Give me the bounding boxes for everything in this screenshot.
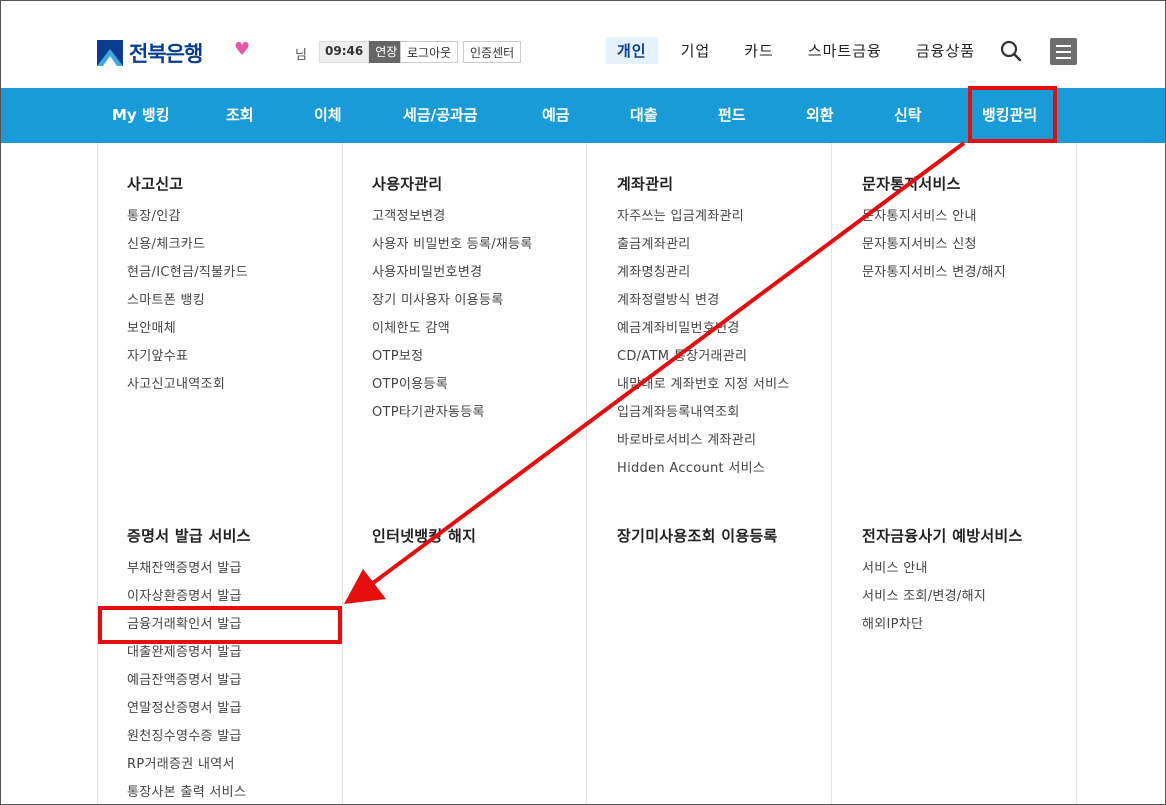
menu-item[interactable]: OTP보정 [372,348,533,376]
menu-group-internet-banking-cancel: 인터넷뱅킹 해지 [372,525,476,560]
gnb-item-deposit[interactable]: 예금 [542,88,570,143]
gnb-item-forex[interactable]: 외환 [806,88,834,143]
menu-item[interactable]: 원천징수영수증 발급 [127,728,251,756]
menu-item[interactable]: 장기 미사용자 이용등록 [372,292,533,320]
menu-group-dormant-registration: 장기미사용조회 이용등록 [617,525,778,560]
top-nav: 개인 기업 카드 스마트금융 금융상품 [606,37,998,64]
hamburger-menu-icon[interactable] [1050,38,1077,65]
menu-group-certificate-issuance: 증명서 발급 서비스 부채잔액증명서 발급 이자상환증명서 발급 금융거래확인서… [127,525,251,804]
menu-item[interactable]: 계좌정렬방식 변경 [617,292,790,320]
menu-item[interactable]: 사고신고내역조회 [127,376,248,404]
top-nav-personal[interactable]: 개인 [606,37,658,64]
menu-item[interactable]: 현금/IC현금/직불카드 [127,264,248,292]
menu-item[interactable]: OTP타기관자동등록 [372,404,533,432]
menu-group-title[interactable]: 문자통지서비스 [862,173,1006,194]
top-nav-products[interactable]: 금융상품 [905,37,986,64]
gnb-item-my-banking[interactable]: My 뱅킹 [112,88,170,143]
menu-group-sms-notification: 문자통지서비스 문자통지서비스 안내 문자통지서비스 신청 문자통지서비스 변경… [862,173,1006,292]
menu-item[interactable]: 사용자 비밀번호 등록/재등록 [372,236,533,264]
menu-item[interactable]: RP거래증권 내역서 [127,756,251,784]
menu-item[interactable]: 보안매체 [127,320,248,348]
menu-item[interactable]: 서비스 안내 [862,560,1023,588]
menu-item[interactable]: 고객정보변경 [372,208,533,236]
menu-item[interactable]: Hidden Account 서비스 [617,460,790,488]
menu-item[interactable]: 서비스 조회/변경/해지 [862,588,1023,616]
menu-group-fraud-prevention: 전자금융사기 예방서비스 서비스 안내 서비스 조회/변경/해지 해외IP차단 [862,525,1023,644]
mega-menu: 사고신고 통장/인감 신용/체크카드 현금/IC현금/직불카드 스마트폰 뱅킹 … [97,143,1077,804]
bank-logo[interactable]: 전북은행 [97,38,203,68]
menu-group-title[interactable]: 인터넷뱅킹 해지 [372,525,476,546]
menu-group-title[interactable]: 계좌관리 [617,173,790,194]
menu-item[interactable]: 통장/인감 [127,208,248,236]
menu-group-accident-report: 사고신고 통장/인감 신용/체크카드 현금/IC현금/직불카드 스마트폰 뱅킹 … [127,173,248,404]
menu-group-account-management: 계좌관리 자주쓰는 입금계좌관리 출금계좌관리 계좌명칭관리 계좌정렬방식 변경… [617,173,790,488]
gnb-item-inquiry[interactable]: 조회 [226,88,254,143]
menu-item[interactable]: 문자통지서비스 신청 [862,236,1006,264]
menu-item[interactable]: 대출완제증명서 발급 [127,644,251,672]
menu-item[interactable]: 이체한도 감액 [372,320,533,348]
session-time: 09:46 [319,41,370,63]
menu-group-user-management: 사용자관리 고객정보변경 사용자 비밀번호 등록/재등록 사용자비밀번호변경 장… [372,173,533,432]
page-frame: 전북은행 ♥ 님 09:46 연장 로그아웃 인증센터 개인 기업 카드 스마트… [0,0,1166,805]
column-divider [342,143,343,804]
top-nav-business[interactable]: 기업 [670,37,722,64]
column-divider [586,143,587,804]
top-nav-smart-finance[interactable]: 스마트금융 [797,37,893,64]
menu-item[interactable]: 문자통지서비스 안내 [862,208,1006,236]
menu-item[interactable]: OTP이용등록 [372,376,533,404]
menu-item[interactable]: 사용자비밀번호변경 [372,264,533,292]
menu-item[interactable]: 입금계좌등록내역조회 [617,404,790,432]
menu-item[interactable]: 내맘대로 계좌번호 지정 서비스 [617,376,790,404]
menu-item[interactable]: 연말정산증명서 발급 [127,700,251,728]
user-suffix: 님 [295,48,307,63]
menu-item[interactable]: 예금계좌비밀번호변경 [617,320,790,348]
heart-icon: ♥ [234,39,251,60]
menu-item[interactable]: 자주쓰는 입금계좌관리 [617,208,790,236]
top-nav-card[interactable]: 카드 [733,37,785,64]
column-divider [831,143,832,804]
menu-item[interactable]: 예금잔액증명서 발급 [127,672,251,700]
highlight-box-menu-item [98,606,342,644]
menu-item[interactable]: 자기앞수표 [127,348,248,376]
search-icon[interactable] [999,39,1023,63]
gnb-item-trust[interactable]: 신탁 [894,88,922,143]
menu-item[interactable]: 부채잔액증명서 발급 [127,560,251,588]
gnb-item-transfer[interactable]: 이체 [314,88,342,143]
menu-item[interactable]: 해외IP차단 [862,616,1023,644]
cert-center-button[interactable]: 인증센터 [463,41,522,63]
menu-item[interactable]: CD/ATM 통장거래관리 [617,348,790,376]
menu-item[interactable]: 문자통지서비스 변경/해지 [862,264,1006,292]
highlight-box-gnb [968,86,1057,143]
gnb-item-loan[interactable]: 대출 [630,88,658,143]
menu-item[interactable]: 신용/체크카드 [127,236,248,264]
menu-item[interactable]: 스마트폰 뱅킹 [127,292,248,320]
logout-button[interactable]: 로그아웃 [400,41,459,63]
menu-group-title[interactable]: 장기미사용조회 이용등록 [617,525,778,546]
extend-session-button[interactable]: 연장 [369,41,404,63]
menu-group-title[interactable]: 사고신고 [127,173,248,194]
menu-group-title[interactable]: 사용자관리 [372,173,533,194]
session-timer: 09:46 연장 [319,41,404,63]
menu-group-title[interactable]: 전자금융사기 예방서비스 [862,525,1023,546]
logo-mark-icon [97,40,123,66]
menu-item[interactable]: 출금계좌관리 [617,236,790,264]
gnb-item-tax[interactable]: 세금/공과금 [403,88,477,143]
menu-group-title[interactable]: 증명서 발급 서비스 [127,525,251,546]
menu-item[interactable]: 통장사본 출력 서비스 [127,784,251,804]
menu-item[interactable]: 계좌명칭관리 [617,264,790,292]
logo-text: 전북은행 [129,42,203,66]
gnb-item-fund[interactable]: 펀드 [718,88,746,143]
menu-item[interactable]: 바로바로서비스 계좌관리 [617,432,790,460]
header: 전북은행 ♥ 님 09:46 연장 로그아웃 인증센터 개인 기업 카드 스마트… [1,1,1165,88]
